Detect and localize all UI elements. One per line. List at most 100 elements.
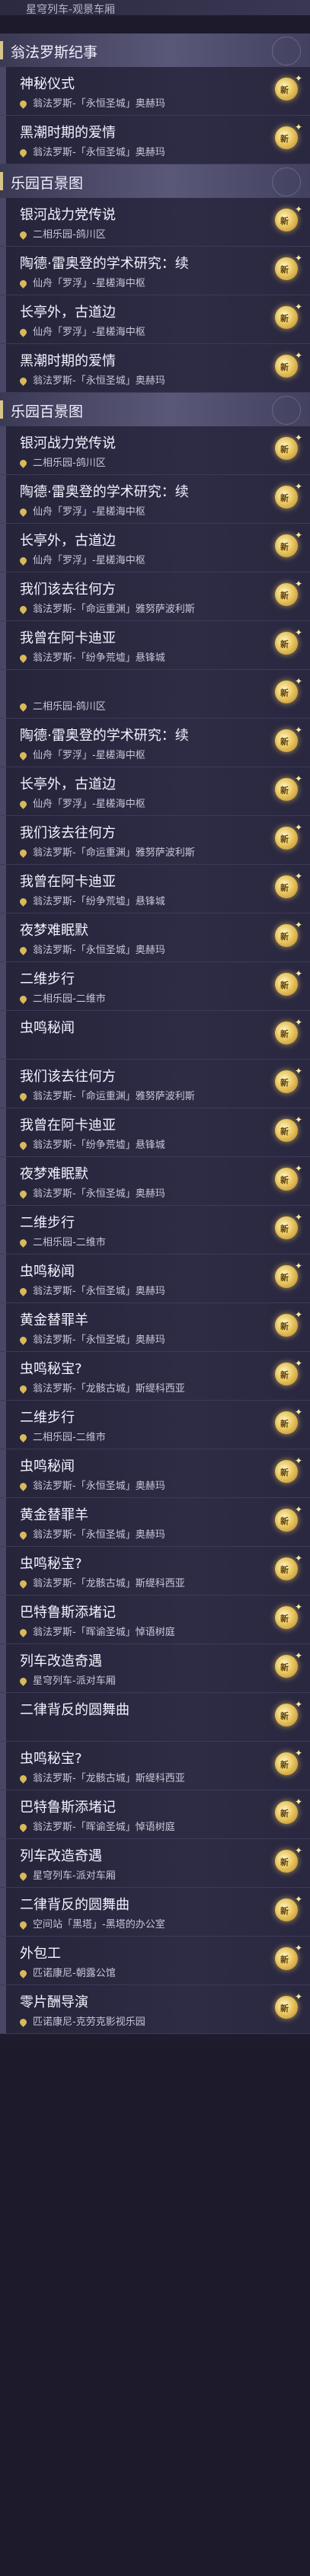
badge-new-label: 新 bbox=[280, 1809, 289, 1819]
item-strip bbox=[0, 1596, 6, 1643]
quest-title: 陶德·雷奥登的学术研究：续 bbox=[20, 256, 189, 272]
badge-new-label: 新 bbox=[280, 314, 289, 324]
location-text: 星穹列车-派对车厢 bbox=[33, 1675, 116, 1687]
new-badge-icon: 新 ✦ bbox=[275, 1943, 302, 1972]
quest-list-item[interactable]: 陶德·雷奥登的学术研究：续 仙舟「罗浮」-星槎海中枢新 ✦ bbox=[0, 719, 310, 767]
sparkle-icon: ✦ bbox=[294, 1407, 302, 1417]
quest-list-item[interactable]: 我们该去往何方 翁法罗斯-「命运重渊」雅努萨波利斯新 ✦ bbox=[0, 816, 310, 865]
item-strip bbox=[0, 344, 6, 392]
quest-list-item[interactable]: 外包工 匹诺康尼-朝露公馆新 ✦ bbox=[0, 1937, 310, 1985]
item-strip bbox=[0, 524, 6, 572]
new-badge-icon: 新 ✦ bbox=[275, 1748, 302, 1777]
new-badge-icon: 新 ✦ bbox=[275, 1894, 302, 1923]
quest-list-item[interactable]: 列车改造奇遇 星穹列车-派对车厢新 ✦ bbox=[0, 1839, 310, 1888]
quest-list-item[interactable]: 巴特鲁斯添堵记 翁法罗斯-「晖谕圣城」悼语树庭新 ✦ bbox=[0, 1790, 310, 1839]
location-text: 仙舟「罗浮」-星槎海中枢 bbox=[33, 750, 145, 761]
quest-list-item[interactable]: 我曾在阿卡迪亚 翁法罗斯-「纷争荒墟」悬锋城新 ✦ bbox=[0, 621, 310, 670]
quest-list-item[interactable]: 我们该去往何方 翁法罗斯-「命运重渊」雅努萨波利斯新 ✦ bbox=[0, 572, 310, 621]
location-pin-icon bbox=[18, 1481, 28, 1491]
new-badge-icon: 新 ✦ bbox=[275, 1650, 302, 1679]
sparkle-icon: ✦ bbox=[294, 1163, 302, 1174]
item-strip bbox=[0, 1206, 6, 1254]
sparkle-icon: ✦ bbox=[294, 579, 302, 589]
badge-new-label: 新 bbox=[280, 639, 289, 649]
section-header-title: 乐园百景图 bbox=[11, 403, 84, 420]
quest-list-item[interactable]: 虫鸣秘宝? 翁法罗斯-「龙骸古城」斯缇科西亚新 ✦ bbox=[0, 1352, 310, 1401]
quest-list-item[interactable]: 零片酬导演 匹诺康尼-克劳克影视乐园新 ✦ bbox=[0, 1985, 310, 2034]
item-strip bbox=[0, 670, 6, 718]
quest-list-item[interactable]: 银河战力党传说 二相乐园-鸽川区新 ✦ bbox=[0, 198, 310, 247]
sparkle-icon: ✦ bbox=[294, 1358, 302, 1369]
quest-list-item[interactable]: 长亭外，古道边 仙舟「罗浮」-星槎海中枢新 ✦ bbox=[0, 295, 310, 344]
quest-list-item[interactable]: 虫鸣秘宝? 翁法罗斯-「龙骸古城」斯缇科西亚新 ✦ bbox=[0, 1742, 310, 1790]
location-pin-icon bbox=[18, 148, 28, 158]
quest-list-item[interactable]: 巴特鲁斯添堵记 翁法罗斯-「晖谕圣城」悼语树庭新 ✦ bbox=[0, 1596, 310, 1644]
quest-list-item[interactable]: 神秘仪式 翁法罗斯-「永恒圣城」奥赫玛新 ✦ bbox=[0, 67, 310, 116]
new-badge-icon: 新 ✦ bbox=[275, 350, 302, 379]
quest-list-item[interactable]: 陶德·雷奥登的学术研究：续 仙舟「罗浮」-星槎海中枢新 ✦ bbox=[0, 247, 310, 295]
badge-new-label: 新 bbox=[280, 883, 289, 893]
new-badge-icon: 新 ✦ bbox=[275, 725, 302, 754]
quest-list-item[interactable]: 我们该去往何方 翁法罗斯-「命运重渊」雅努萨波利斯新 ✦ bbox=[0, 1060, 310, 1108]
quest-list-item[interactable]: 二律背反的圆舞曲新 ✦ bbox=[0, 1693, 310, 1742]
quest-title: 虫鸣秘宝? bbox=[20, 1556, 82, 1572]
quest-list-item[interactable]: 二相乐园-鸽川区新 ✦ bbox=[0, 670, 310, 719]
location-pin-icon bbox=[18, 1335, 28, 1345]
quest-title: 列车改造奇遇 bbox=[20, 1848, 102, 1864]
item-strip bbox=[0, 67, 6, 115]
item-strip bbox=[0, 865, 6, 913]
new-badge-icon: 新 ✦ bbox=[275, 122, 302, 151]
section-header: 乐园百景图 bbox=[0, 393, 310, 427]
quest-list-item[interactable]: 二维步行 二相乐园-二维市新 ✦ bbox=[0, 1206, 310, 1255]
quest-list-item[interactable]: 长亭外，古道边 仙舟「罗浮」-星槎海中枢新 ✦ bbox=[0, 524, 310, 572]
sparkle-icon: ✦ bbox=[294, 1602, 302, 1612]
new-badge-icon: 新 ✦ bbox=[275, 1455, 302, 1484]
location-pin-icon bbox=[18, 1676, 28, 1686]
quest-title: 我曾在阿卡迪亚 bbox=[20, 630, 116, 646]
quest-list-item[interactable]: 夜梦难眠默 翁法罗斯-「永恒圣城」奥赫玛新 ✦ bbox=[0, 1157, 310, 1206]
quest-location: 仙舟「罗浮」-星槎海中枢 bbox=[18, 324, 145, 338]
quest-list-item[interactable]: 黑潮时期的爱情 翁法罗斯-「永恒圣城」奥赫玛新 ✦ bbox=[0, 116, 310, 164]
new-badge-icon: 新 ✦ bbox=[275, 1358, 302, 1387]
quest-list-item[interactable]: 列车改造奇遇 星穹列车-派对车厢新 ✦ bbox=[0, 1644, 310, 1693]
quest-list-item[interactable]: 虫鸣秘闻新 ✦ bbox=[0, 1011, 310, 1060]
location-pin-icon bbox=[18, 1969, 28, 1978]
quest-location: 翁法罗斯-「晖谕圣城」悼语树庭 bbox=[18, 1819, 175, 1833]
item-strip bbox=[0, 719, 6, 767]
quest-list-item[interactable]: 银河战力党传说 二相乐园-鸽川区新 ✦ bbox=[0, 426, 310, 475]
quest-list-item[interactable]: 长亭外，古道边 仙舟「罗浮」-星槎海中枢新 ✦ bbox=[0, 767, 310, 816]
sparkle-icon: ✦ bbox=[294, 1212, 302, 1223]
quest-list-item[interactable]: 我曾在阿卡迪亚 翁法罗斯-「纷争荒墟」悬锋城新 ✦ bbox=[0, 865, 310, 913]
badge-new-label: 新 bbox=[280, 980, 289, 990]
quest-list-item[interactable]: 二律背反的圆舞曲 空间站「黑塔」-黑塔的办公室新 ✦ bbox=[0, 1888, 310, 1937]
badge-new-label: 新 bbox=[280, 445, 289, 454]
quest-list-item[interactable]: 黄金替罪羊 翁法罗斯-「永恒圣城」奥赫玛新 ✦ bbox=[0, 1498, 310, 1547]
quest-title: 我们该去往何方 bbox=[20, 825, 116, 841]
location-text: 翁法罗斯-「永恒圣城」奥赫玛 bbox=[33, 1529, 165, 1541]
badge-new-label: 新 bbox=[280, 1175, 289, 1185]
quest-location: 翁法罗斯-「纷争荒墟」悬锋城 bbox=[18, 649, 165, 664]
quest-list-item[interactable]: 夜梦难眠默 翁法罗斯-「永恒圣城」奥赫玛新 ✦ bbox=[0, 913, 310, 962]
location-text: 翁法罗斯-「晖谕圣城」悼语树庭 bbox=[33, 1627, 175, 1638]
quest-list-item[interactable]: 虫鸣秘宝? 翁法罗斯-「龙骸古城」斯缇科西亚新 ✦ bbox=[0, 1547, 310, 1596]
quest-list-item[interactable]: 虫鸣秘闻 翁法罗斯-「永恒圣城」奥赫玛新 ✦ bbox=[0, 1449, 310, 1498]
quest-list-item[interactable]: 虫鸣秘闻 翁法罗斯-「永恒圣城」奥赫玛新 ✦ bbox=[0, 1255, 310, 1303]
quest-list-item[interactable]: 黑潮时期的爱情 翁法罗斯-「永恒圣城」奥赫玛新 ✦ bbox=[0, 344, 310, 393]
quest-list-item[interactable]: 二维步行 二相乐园-二维市新 ✦ bbox=[0, 962, 310, 1011]
location-pin-icon bbox=[18, 556, 28, 566]
top-fragment: 星穹列车-观景车厢 bbox=[0, 0, 310, 16]
badge-new-label: 新 bbox=[280, 493, 289, 503]
item-strip bbox=[0, 116, 6, 164]
location-text: 二相乐园-二维市 bbox=[33, 1432, 106, 1443]
location-text: 翁法罗斯-「永恒圣城」奥赫玛 bbox=[33, 147, 165, 158]
quest-list-item[interactable]: 陶德·雷奥登的学术研究：续 仙舟「罗浮」-星槎海中枢新 ✦ bbox=[0, 475, 310, 524]
quest-title: 神秘仪式 bbox=[20, 76, 75, 92]
quest-list-item[interactable]: 黄金替罪羊 翁法罗斯-「永恒圣城」奥赫玛新 ✦ bbox=[0, 1303, 310, 1352]
location-pin-icon bbox=[18, 458, 28, 468]
section-header-title: 翁法罗斯纪事 bbox=[11, 44, 98, 61]
quest-list-item[interactable]: 我曾在阿卡迪亚 翁法罗斯-「纷争荒墟」悬锋城新 ✦ bbox=[0, 1108, 310, 1157]
item-strip bbox=[0, 1157, 6, 1205]
new-badge-icon: 新 ✦ bbox=[275, 1699, 302, 1728]
quest-list-item[interactable]: 二维步行 二相乐园-二维市新 ✦ bbox=[0, 1401, 310, 1449]
badge-new-label: 新 bbox=[280, 1468, 289, 1478]
